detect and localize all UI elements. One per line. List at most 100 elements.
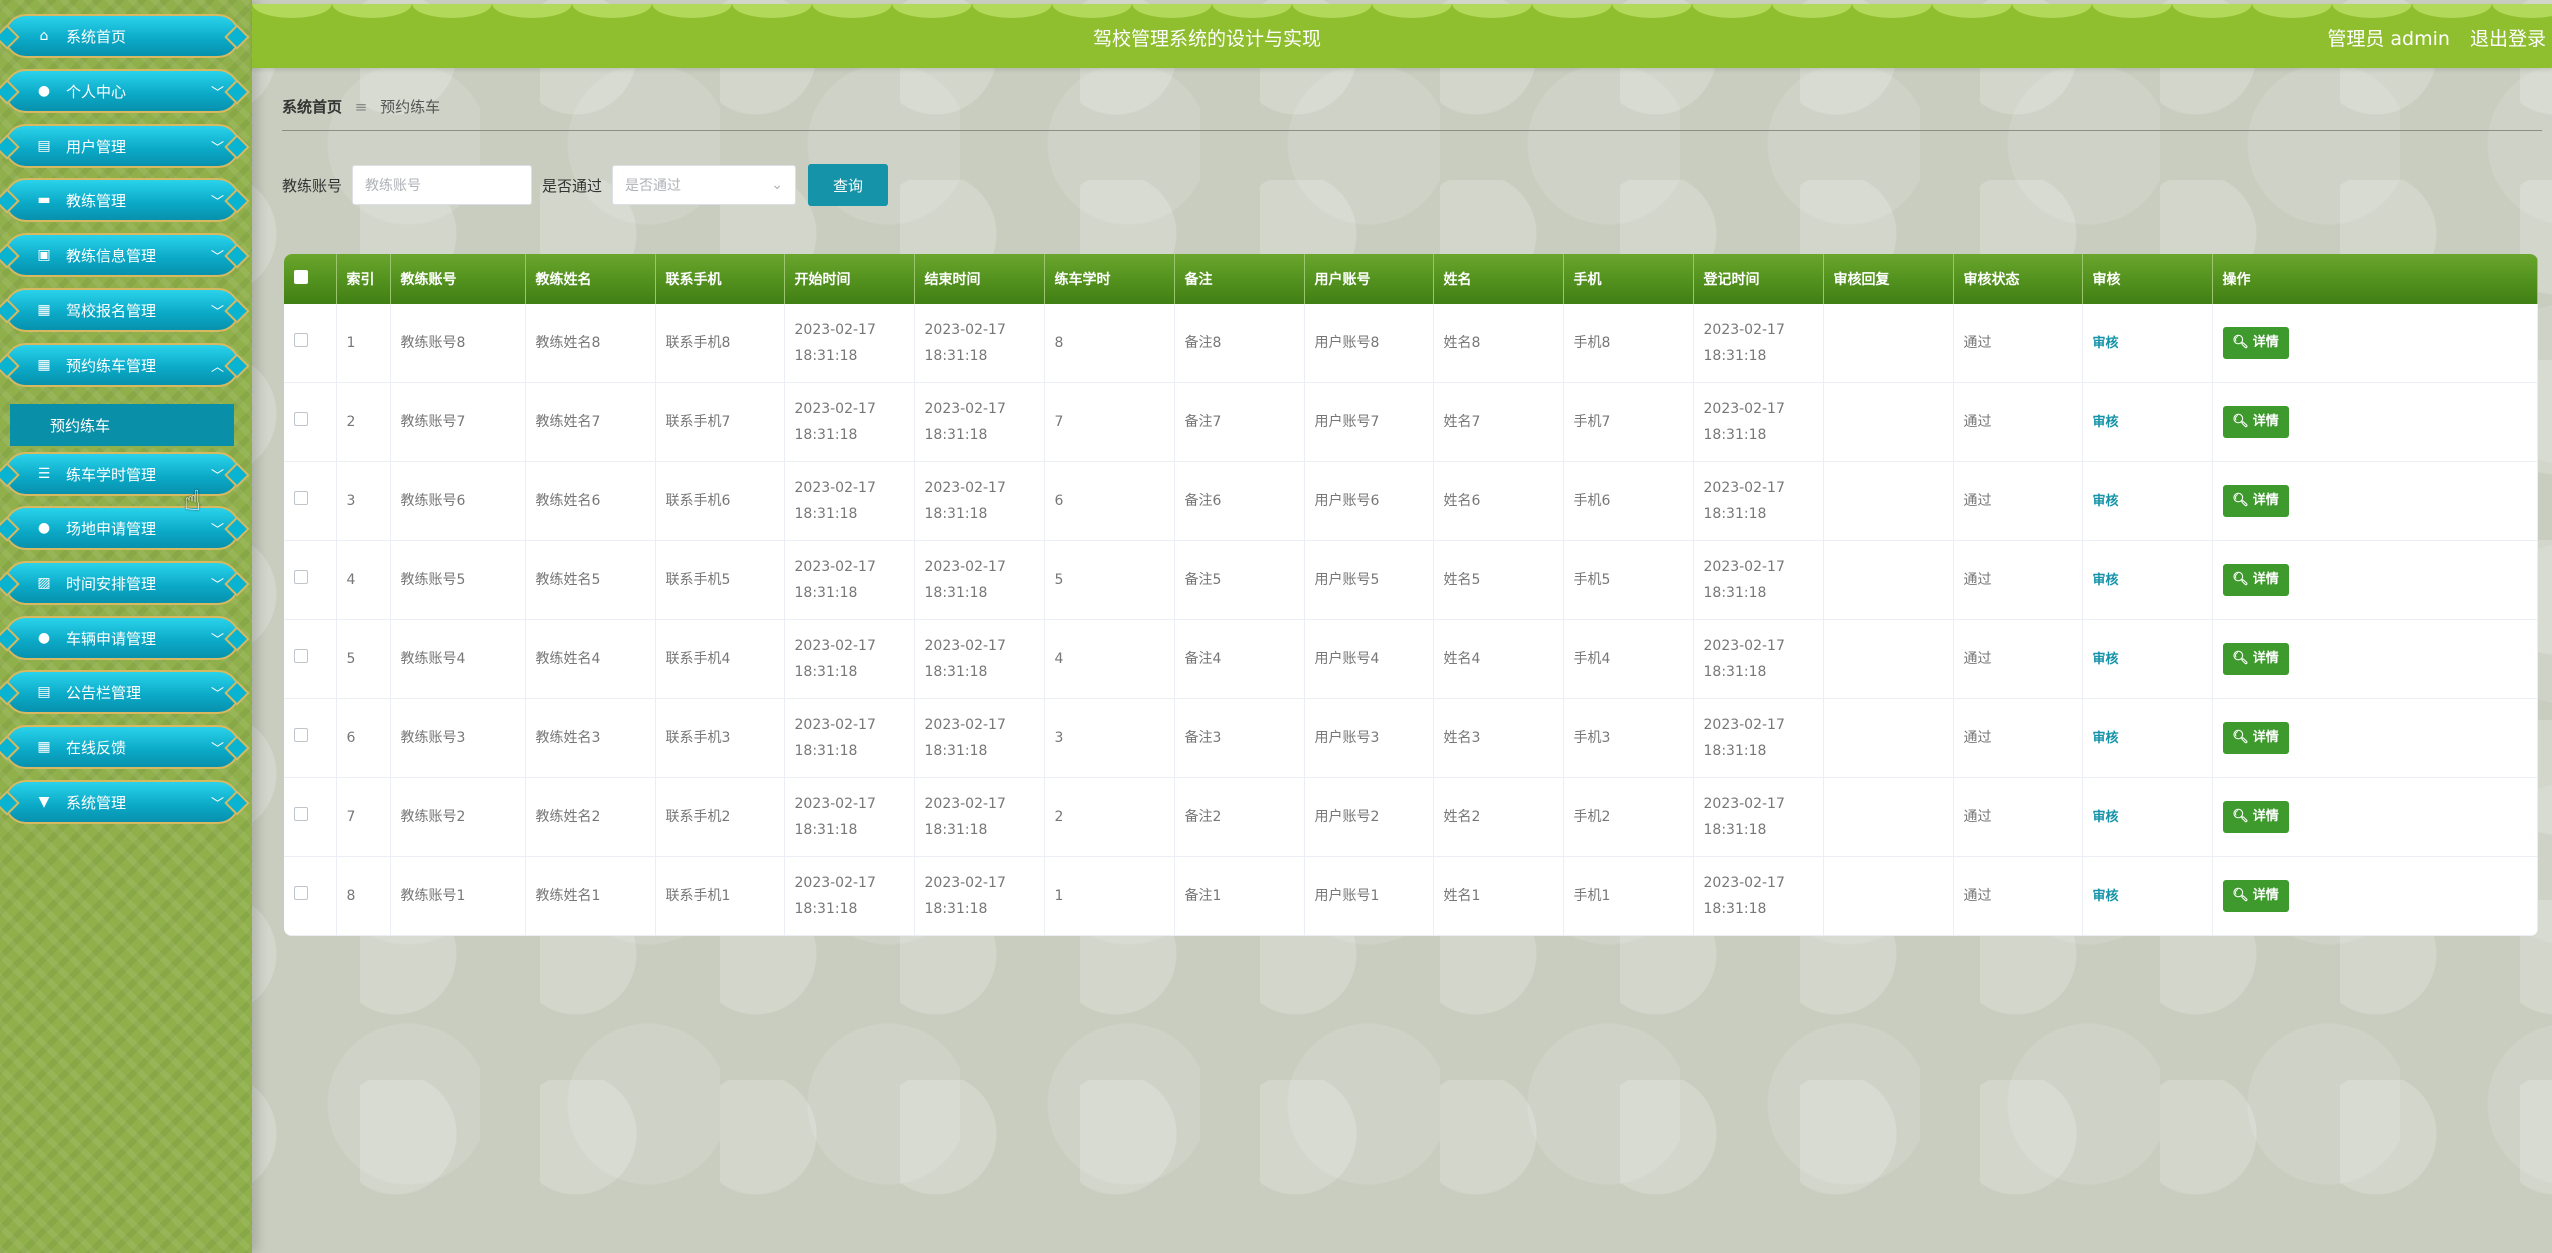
chevron-down-icon: ﹀	[210, 686, 224, 702]
cell-note: 备注2	[1174, 777, 1305, 857]
row-checkbox[interactable]	[294, 649, 308, 663]
table-row: 1 教练账号8 教练姓名8 联系手机8 2023-02-17 18:31:18 2023-…	[284, 304, 2538, 383]
sidebar-item-13[interactable]: ▦ 在线反馈 ﹀	[4, 725, 240, 769]
grid-icon: ▦	[37, 739, 51, 755]
select-all-checkbox[interactable]	[294, 270, 308, 284]
audit-link[interactable]: 审核	[2093, 810, 2119, 825]
cell-reg: 2023-02-17 18:31:18	[1693, 304, 1824, 383]
cell-note: 备注1	[1174, 856, 1305, 936]
detail-button[interactable]: 🔍︎ 详情	[2222, 880, 2289, 912]
cell-hours: 1	[1044, 856, 1175, 936]
detail-button[interactable]: 🔍︎ 详情	[2222, 801, 2289, 833]
search-icon: 🔍︎	[2232, 888, 2249, 903]
cell-name: 教练姓名7	[525, 382, 656, 462]
coach-account-input[interactable]: 教练账号	[352, 165, 533, 205]
row-checkbox[interactable]	[294, 570, 308, 584]
audit-link[interactable]: 审核	[2093, 494, 2119, 509]
chevron-down-icon: ﹀	[210, 741, 224, 757]
sidebar-item-label: 练车学时管理	[66, 465, 157, 484]
row-checkbox[interactable]	[294, 807, 308, 821]
row-checkbox[interactable]	[294, 412, 308, 426]
audit-link[interactable]: 审核	[2093, 415, 2119, 430]
submenu-item-booking[interactable]: 预约练车	[10, 404, 234, 446]
column-header: 手机	[1563, 254, 1694, 304]
audit-cell: 审核	[2082, 461, 2213, 541]
pass-select[interactable]: 是否通过 ⌄	[612, 165, 797, 205]
row-checkbox[interactable]	[294, 728, 308, 742]
cell-note: 备注3	[1174, 698, 1305, 778]
cell-mobile: 手机4	[1563, 619, 1694, 699]
cell-user: 用户账号5	[1304, 540, 1434, 620]
sidebar-item-5[interactable]: ▣ 教练信息管理 ﹀	[4, 233, 240, 277]
sidebar-item-14[interactable]: ▼ 系统管理 ﹀	[4, 780, 240, 824]
app-title: 驾校管理系统的设计与实现	[1092, 28, 1321, 50]
audit-link[interactable]: 审核	[2093, 652, 2119, 667]
clipboard-icon: ▤	[37, 684, 51, 700]
action-cell: 🔍︎ 详情	[2212, 777, 2538, 857]
coach-account-label: 教练账号	[282, 176, 343, 195]
sidebar-item-7[interactable]: ▦ 预约练车管理 ︿	[4, 343, 240, 387]
cell-name: 教练姓名2	[525, 777, 656, 857]
cell-name: 教练姓名3	[525, 698, 656, 778]
cell-phone: 联系手机7	[655, 382, 785, 462]
query-button[interactable]: 查询	[808, 164, 889, 206]
detail-button[interactable]: 🔍︎ 详情	[2222, 722, 2289, 754]
audit-link[interactable]: 审核	[2093, 731, 2119, 746]
sidebar-item-2[interactable]: ● 个人中心 ﹀	[4, 69, 240, 113]
sidebar-item-11[interactable]: ● 车辆申请管理 ﹀	[4, 616, 240, 660]
sidebar-item-label: 场地申请管理	[66, 519, 157, 538]
cell-note: 备注7	[1174, 382, 1305, 462]
row-checkbox[interactable]	[294, 491, 308, 505]
detail-label: 详情	[2252, 651, 2279, 666]
sidebar-item-10[interactable]: ▨ 时间安排管理 ﹀	[4, 561, 240, 605]
cell-hours: 8	[1044, 304, 1175, 383]
top-header: 驾校管理系统的设计与实现 管理员 admin 退出登录	[252, 4, 2552, 68]
table-row: 3 教练账号6 教练姓名6 联系手机6 2023-02-17 18:31:18 2023-…	[284, 461, 2538, 541]
action-cell: 🔍︎ 详情	[2212, 461, 2538, 541]
column-header: 开始时间	[784, 254, 915, 304]
column-header: 教练姓名	[525, 254, 656, 304]
cell-reply	[1823, 698, 1954, 778]
detail-button[interactable]: 🔍︎ 详情	[2222, 485, 2289, 517]
cell-end: 2023-02-17 18:31:18	[914, 698, 1045, 778]
cell-coach: 教练账号4	[390, 619, 526, 699]
sidebar-item-12[interactable]: ▤ 公告栏管理 ﹀	[4, 670, 240, 714]
column-header: 备注	[1174, 254, 1305, 304]
cell-start: 2023-02-17 18:31:18	[784, 461, 915, 541]
cell-phone: 联系手机1	[655, 856, 785, 936]
cell-idx: 1	[336, 304, 391, 383]
search-bar: 教练账号 教练账号 是否通过 是否通过 ⌄ 查询	[282, 164, 889, 206]
logout-link[interactable]: 退出登录	[2470, 28, 2546, 50]
row-checkbox[interactable]	[294, 333, 308, 347]
detail-button[interactable]: 🔍︎ 详情	[2222, 327, 2289, 359]
audit-link[interactable]: 审核	[2093, 336, 2119, 351]
cell-uname: 姓名4	[1433, 619, 1564, 699]
sidebar-item-4[interactable]: ▬ 教练管理 ﹀	[4, 178, 240, 222]
sidebar-item-1[interactable]: ⌂ 系统首页	[4, 14, 240, 58]
sidebar-item-3[interactable]: ▤ 用户管理 ﹀	[4, 124, 240, 168]
cell-reply	[1823, 540, 1954, 620]
column-header: 联系手机	[655, 254, 785, 304]
chevron-down-icon: ﹀	[210, 522, 224, 538]
audit-link[interactable]: 审核	[2093, 573, 2119, 588]
document-icon: ▤	[37, 138, 51, 154]
table-row: 8 教练账号1 教练姓名1 联系手机1 2023-02-17 18:31:18 2023-…	[284, 856, 2538, 936]
cell-status: 通过	[1953, 856, 2083, 936]
detail-button[interactable]: 🔍︎ 详情	[2222, 564, 2289, 596]
audit-link[interactable]: 审核	[2093, 889, 2119, 904]
search-icon: 🔍︎	[2232, 809, 2249, 824]
sidebar-item-8[interactable]: ☰ 练车学时管理 ﹀	[4, 452, 240, 496]
cell-start: 2023-02-17 18:31:18	[784, 698, 915, 778]
detail-button[interactable]: 🔍︎ 详情	[2222, 406, 2289, 438]
cell-uname: 姓名7	[1433, 382, 1564, 462]
cell-hours: 4	[1044, 619, 1175, 699]
detail-button[interactable]: 🔍︎ 详情	[2222, 643, 2289, 675]
row-checkbox[interactable]	[294, 886, 308, 900]
briefcase-icon: ▣	[37, 247, 51, 263]
cell-idx: 8	[336, 856, 391, 936]
sidebar-item-6[interactable]: ▦ 驾校报名管理 ﹀	[4, 288, 240, 332]
comment-icon: ▬	[37, 192, 51, 208]
sidebar-item-9[interactable]: ● 场地申请管理 ﹀	[4, 506, 240, 550]
cell-hours: 6	[1044, 461, 1175, 541]
breadcrumb-home[interactable]: 系统首页	[282, 98, 342, 116]
